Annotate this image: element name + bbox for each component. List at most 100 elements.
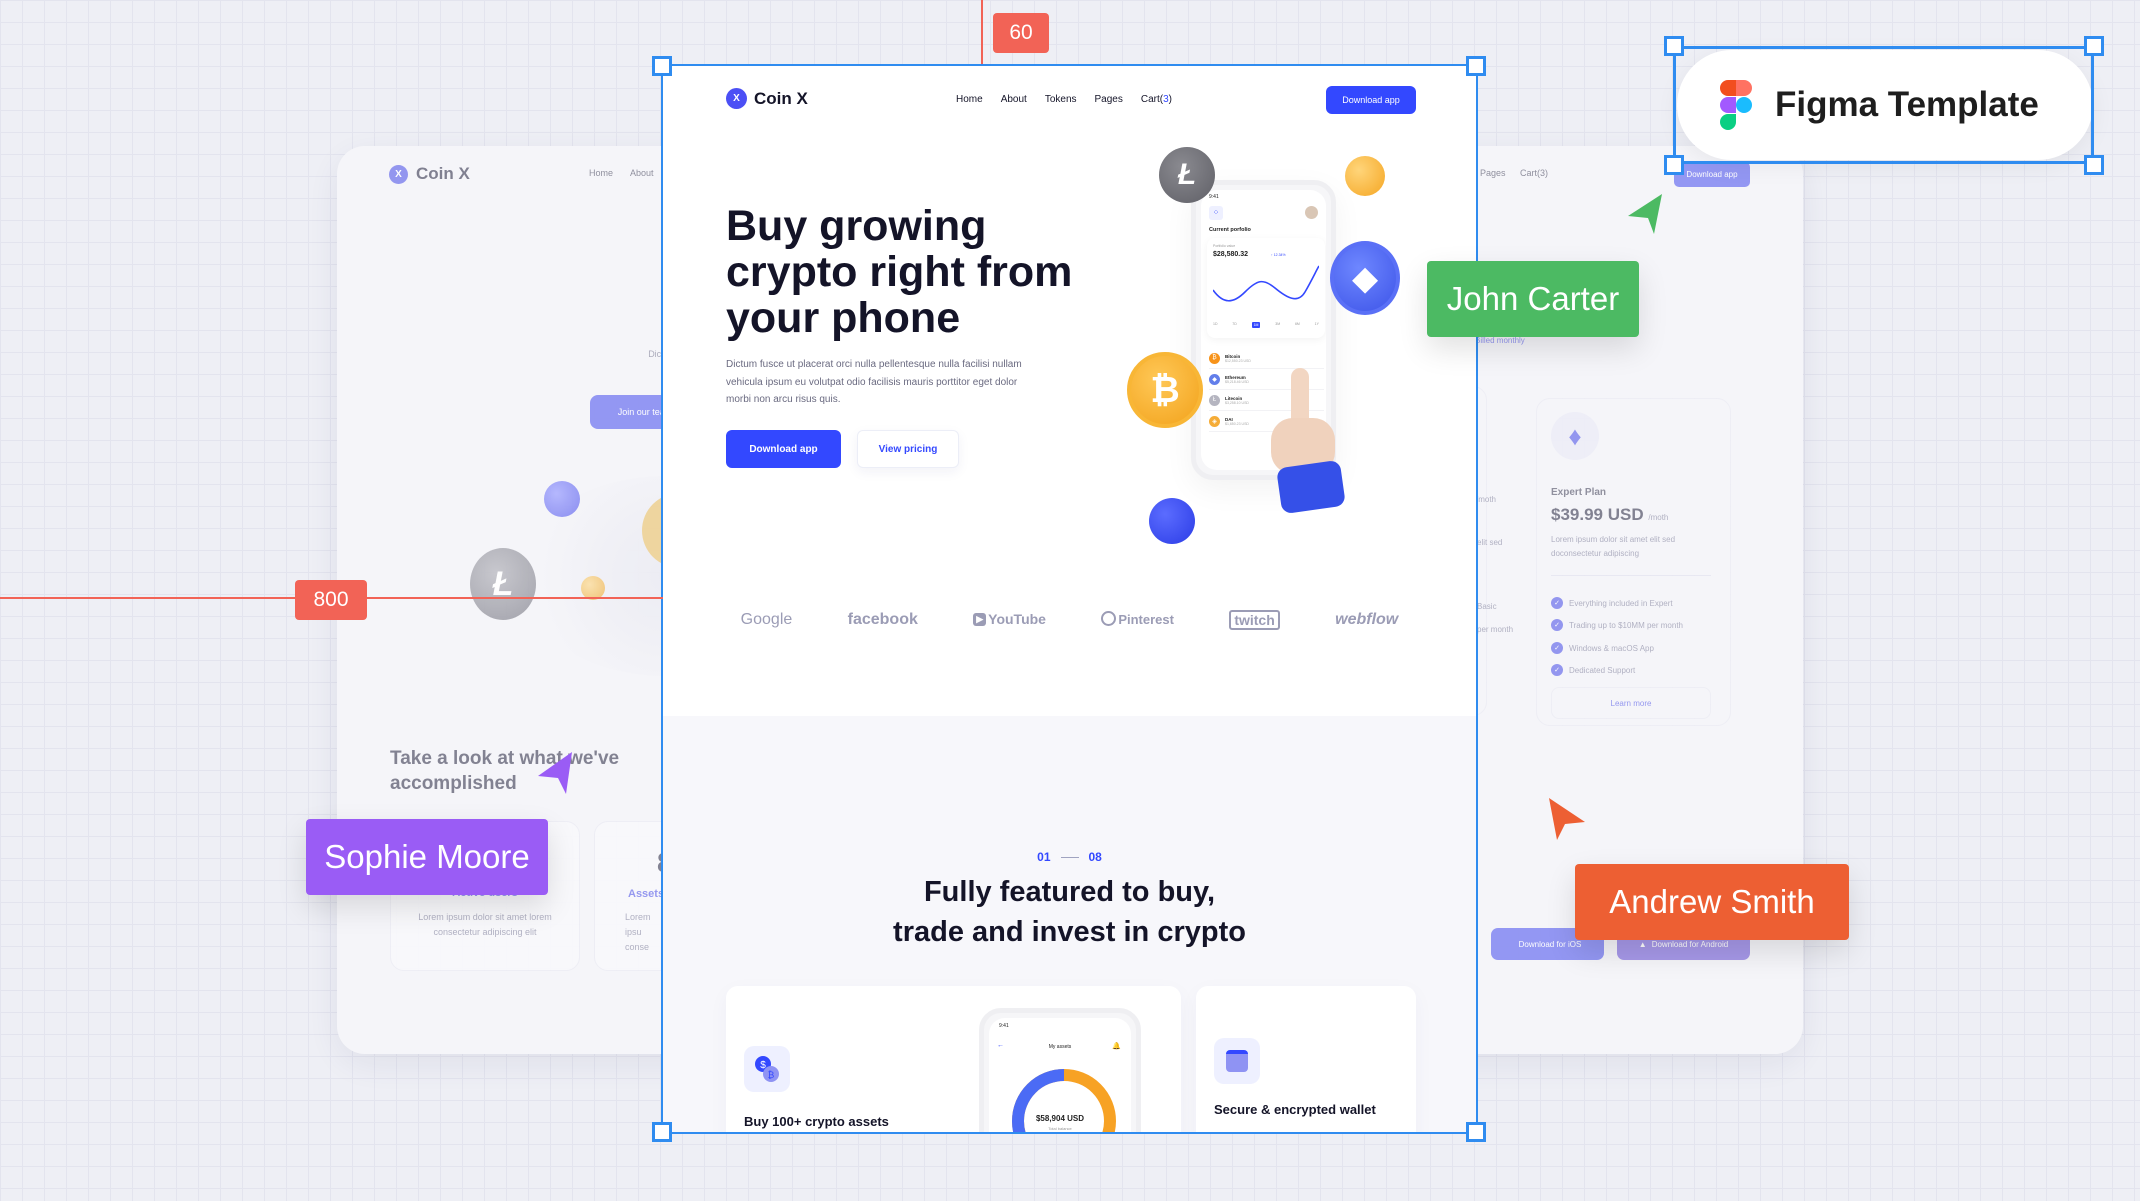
range-tab-7d[interactable]: 7D bbox=[1232, 322, 1236, 328]
feature-card-wallet: Secure & encrypted wallet bbox=[1196, 986, 1416, 1132]
view-pricing-button[interactable]: View pricing bbox=[857, 430, 959, 468]
assets-phone-mockup: 9:41 ← My assets 🔔 $58,904 USD Total bal… bbox=[979, 1008, 1141, 1132]
stat-body: Lorem ipsum dolor sit amet lorem consect… bbox=[418, 912, 552, 937]
back-download-button[interactable]: Download app bbox=[1674, 162, 1750, 187]
nav-download-button[interactable]: Download app bbox=[1326, 86, 1416, 114]
bitcoin-coin-icon: ₿ bbox=[1127, 352, 1203, 428]
features-title: Fully featured to buy, trade and invest i… bbox=[893, 876, 1246, 948]
brand-webflow: webflow bbox=[1335, 611, 1399, 628]
plan-left-desc: elit sed bbox=[1477, 538, 1503, 547]
nav-pages[interactable]: Pages bbox=[1095, 94, 1123, 105]
range-tab-1d[interactable]: 1D bbox=[1213, 322, 1217, 328]
bitcoin-icon: ₿ bbox=[1209, 352, 1220, 364]
ethereum-coin-icon: ◆ bbox=[1330, 241, 1400, 315]
billed-monthly-note: Billed monthly bbox=[1475, 336, 1525, 345]
logo[interactable]: X Coin X bbox=[726, 88, 808, 109]
wallet-icon bbox=[1214, 1038, 1260, 1084]
asset-info: DAI $1,650.23 USD bbox=[1225, 416, 1249, 426]
resize-handle-bottom-left[interactable] bbox=[652, 1122, 672, 1142]
asset-info: Bitcoin $12,550.23 USD bbox=[1225, 353, 1251, 363]
gold-sphere-icon bbox=[1345, 156, 1385, 196]
portfolio-value-label: Portfolio value bbox=[1213, 244, 1236, 248]
brand-youtube: ▶ YouTube bbox=[973, 611, 1046, 629]
check-icon: ✓ bbox=[1551, 597, 1563, 609]
exchange-icon: $ ₿ bbox=[744, 1046, 790, 1092]
phone-time: 9:41 bbox=[999, 1023, 1009, 1029]
hero-download-button[interactable]: Download app bbox=[726, 430, 841, 468]
brand-logos: Google facebook ▶ YouTube Pinterest twitc… bbox=[663, 610, 1476, 630]
badge-handle-top-right[interactable] bbox=[2084, 36, 2104, 56]
back-logo: X Coin X bbox=[389, 164, 470, 184]
asset-info: Ethereum $5,218.46 USD bbox=[1225, 374, 1249, 384]
nav-cart[interactable]: Cart(3) bbox=[1141, 94, 1172, 105]
range-tab-3m[interactable]: 3M bbox=[1275, 322, 1280, 328]
divider bbox=[1551, 575, 1711, 576]
plan-feature: ✓ Dedicated Support bbox=[1551, 664, 1635, 676]
back-logo-text: Coin X bbox=[416, 164, 470, 183]
stat-label: Assets bbox=[628, 888, 665, 900]
resize-handle-top-left[interactable] bbox=[652, 56, 672, 76]
play-icon: ▶ bbox=[973, 613, 987, 626]
range-tab-1m[interactable]: 1M bbox=[1251, 322, 1261, 328]
measurement-top-badge: 60 bbox=[993, 13, 1049, 53]
back-nav-about[interactable]: About bbox=[630, 168, 654, 178]
badge-handle-top-left[interactable] bbox=[1664, 36, 1684, 56]
total-balance-value: $58,904 USD bbox=[1035, 1114, 1085, 1123]
phone-screen-title: My assets bbox=[1048, 1044, 1072, 1050]
plan-left-feature: per month bbox=[1477, 625, 1514, 634]
pointing-hand-illustration bbox=[1263, 368, 1346, 516]
plan-name: Expert Plan bbox=[1551, 487, 1607, 498]
stat-body: Lorem ipsu conse bbox=[625, 912, 651, 952]
brand-twitch: twitch bbox=[1229, 610, 1280, 630]
menu-grid-icon: ⁘ bbox=[1209, 206, 1223, 220]
feature-card-title: Secure & encrypted wallet bbox=[1214, 1102, 1376, 1117]
resize-handle-top-right[interactable] bbox=[1466, 56, 1486, 76]
check-icon: ✓ bbox=[1551, 642, 1563, 654]
learn-more-button[interactable]: Learn more bbox=[1551, 687, 1711, 719]
main-template-page: X Coin X Home About Tokens Pages Cart(3) … bbox=[661, 64, 1478, 1134]
vertical-guide-line bbox=[981, 0, 983, 66]
bell-icon: 🔔 bbox=[1112, 1043, 1121, 1050]
cursor-orange-icon bbox=[1549, 798, 1585, 840]
litecoin-coin-icon: Ł bbox=[1159, 147, 1215, 203]
cursor-purple-icon bbox=[538, 752, 572, 794]
litecoin-coin-icon: Ł bbox=[470, 548, 536, 620]
blue-sphere-icon bbox=[1149, 498, 1195, 544]
pinterest-icon bbox=[1101, 611, 1117, 626]
ethereum-icon: ♦ bbox=[1551, 412, 1599, 460]
plan-card-expert: ♦ Expert Plan $39.99 USD /moth Lorem ips… bbox=[1536, 398, 1731, 726]
litecoin-icon: Ł bbox=[1209, 394, 1220, 406]
badge-handle-bottom-right[interactable] bbox=[2084, 155, 2104, 175]
asset-row[interactable]: ₿ Bitcoin $12,550.23 USD bbox=[1209, 348, 1324, 369]
svg-text:₿: ₿ bbox=[768, 1070, 775, 1080]
resize-handle-bottom-right[interactable] bbox=[1466, 1122, 1486, 1142]
ethereum-icon: ◆ bbox=[1209, 373, 1220, 385]
logo-mark-icon: X bbox=[726, 88, 747, 109]
back-nav-pages[interactable]: Pages bbox=[1480, 168, 1506, 178]
measurement-left-badge: 800 bbox=[295, 580, 367, 620]
blue-sphere-icon bbox=[544, 481, 580, 517]
nav-about[interactable]: About bbox=[1001, 94, 1027, 105]
back-nav-home[interactable]: Home bbox=[589, 168, 613, 178]
back-nav-cart[interactable]: Cart(3) bbox=[1520, 168, 1548, 178]
brand-google: Google bbox=[740, 611, 793, 628]
nav-tokens[interactable]: Tokens bbox=[1045, 94, 1077, 105]
portfolio-chart-card: Portfolio value $28,580.32 ↑ 12.34% 1D 7D… bbox=[1207, 238, 1325, 338]
plan-price: $39.99 USD /moth bbox=[1551, 505, 1669, 524]
phone-time: 9:41 bbox=[1209, 194, 1219, 200]
range-tab-6m[interactable]: 6M bbox=[1295, 322, 1300, 328]
dai-icon: ◈ bbox=[1209, 415, 1220, 427]
portfolio-heading: Current porfolio bbox=[1209, 227, 1251, 233]
android-icon: ▲ bbox=[1638, 939, 1647, 949]
accomplished-heading: Take a look at what we've accomplished bbox=[390, 748, 620, 794]
range-tab-1y[interactable]: 1Y bbox=[1315, 322, 1319, 328]
plan-feature: ✓ Trading up to $10MM per month bbox=[1551, 619, 1683, 631]
range-tabs: 1D 7D 1M 3M 6M 1Y bbox=[1213, 322, 1319, 328]
badge-handle-bottom-left[interactable] bbox=[1664, 155, 1684, 175]
brand-pinterest: Pinterest bbox=[1101, 611, 1174, 629]
check-icon: ✓ bbox=[1551, 664, 1563, 676]
asset-info: Litecoin $3,258.10 USD bbox=[1225, 395, 1249, 405]
brand-facebook: facebook bbox=[847, 611, 918, 628]
plan-left-feature: Basic bbox=[1477, 602, 1497, 611]
nav-home[interactable]: Home bbox=[956, 94, 983, 105]
